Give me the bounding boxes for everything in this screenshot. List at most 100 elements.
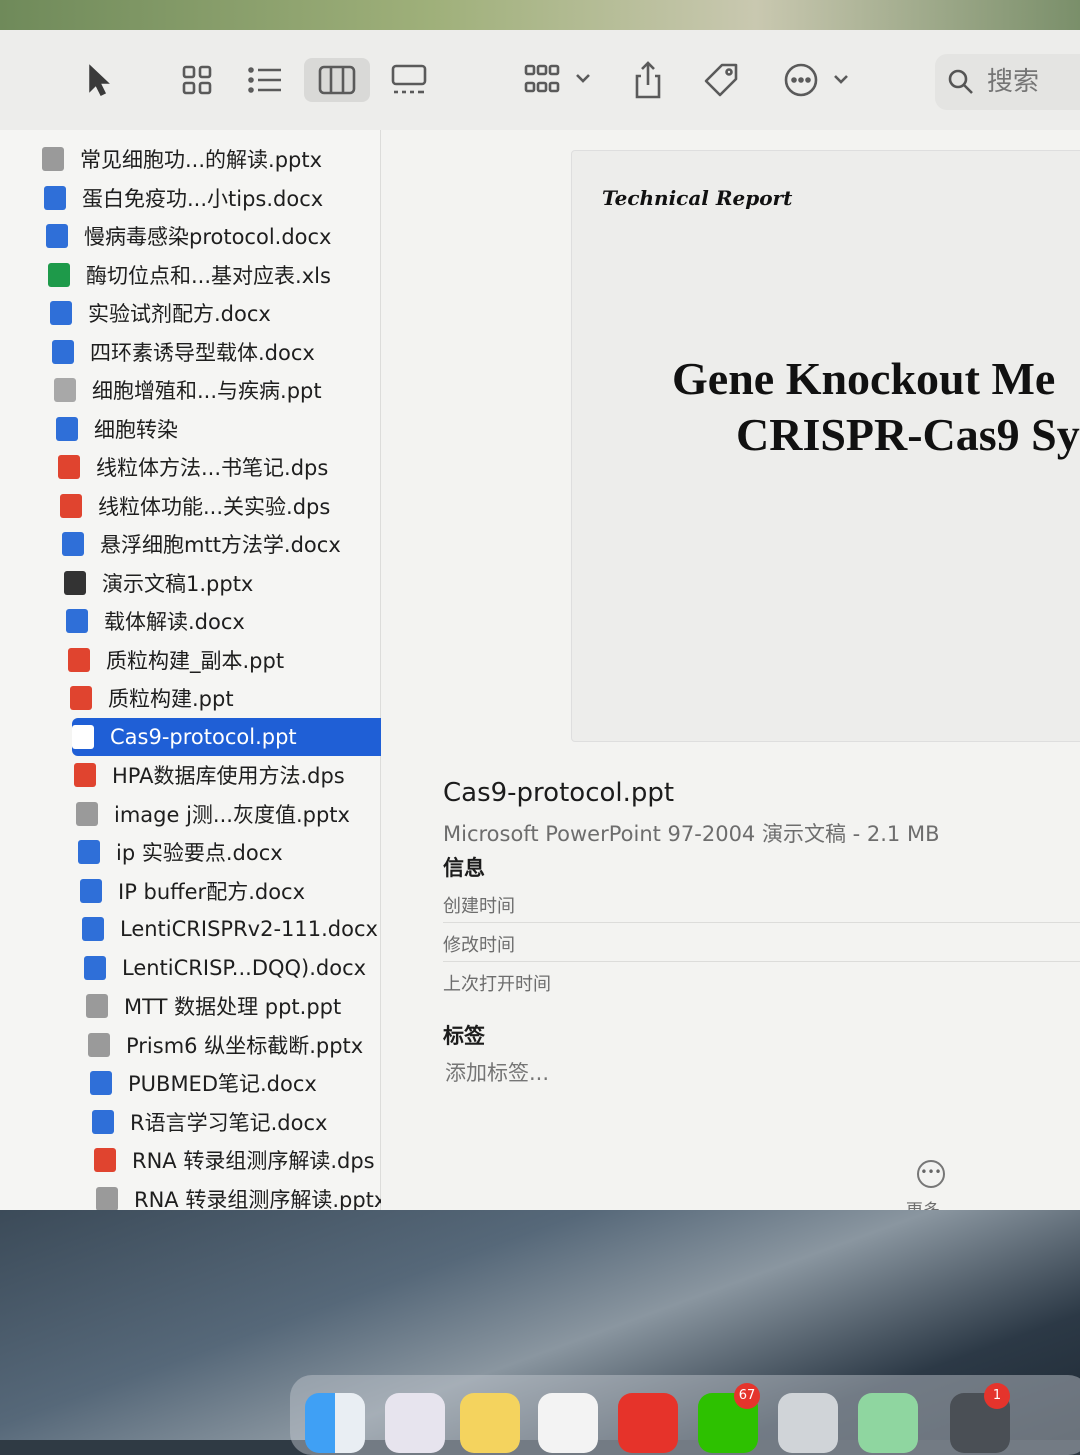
file-row[interactable]: 蛋白免疫功...小tips.docx <box>44 179 374 217</box>
file-type-icon <box>96 1186 118 1210</box>
finder-app-icon[interactable] <box>305 1393 365 1453</box>
file-name: HPA数据库使用方法.dps <box>112 764 345 788</box>
search-input[interactable] <box>985 66 1079 98</box>
slide-title-line2: CRISPR-Cas9 Sy <box>736 409 1080 460</box>
more-button[interactable]: ••• 更多... <box>886 1160 976 1210</box>
app-icon[interactable]: 1 <box>950 1383 1010 1453</box>
file-row[interactable]: 实验试剂配方.docx <box>50 294 380 332</box>
slide-title: Gene Knockout Me CRISPR-Cas9 Sy <box>672 351 1080 463</box>
file-type-icon <box>64 570 86 595</box>
tag-icon[interactable] <box>698 58 744 102</box>
file-type-icon <box>90 1071 112 1095</box>
file-row[interactable]: 酶切位点和...基对应表.xls <box>48 256 378 294</box>
file-row-selected[interactable]: Cas9-protocol.ppt <box>72 717 402 756</box>
file-row[interactable]: ip 实验要点.docx <box>78 833 408 871</box>
app-icon[interactable] <box>858 1393 918 1453</box>
tags-input[interactable] <box>443 1060 747 1086</box>
file-type-icon <box>42 147 64 171</box>
slide-thumbnail[interactable]: Technical Report Gene Knockout Me CRISPR… <box>571 150 1080 742</box>
file-name: 悬浮细胞mtt方法学.docx <box>100 533 341 557</box>
more-actions-icon[interactable] <box>782 58 854 102</box>
file-list: 常见细胞功...的解读.pptx 蛋白免疫功...小tips.docx 慢病毒感染p… <box>0 130 402 1210</box>
group-icon[interactable] <box>522 58 594 102</box>
file-row[interactable]: 悬浮细胞mtt方法学.docx <box>62 525 392 563</box>
gallery-view-icon[interactable] <box>384 58 434 102</box>
file-type-icon <box>88 1032 110 1057</box>
modified-label: 修改时间 <box>443 935 515 956</box>
file-name: LentiCRISP...DQQ).docx <box>122 955 367 980</box>
divider <box>443 922 1080 923</box>
file-row[interactable]: IP buffer配方.docx <box>80 872 410 910</box>
file-row[interactable]: MTT 数据处理 ppt.ppt <box>86 987 416 1025</box>
notes-app-icon[interactable] <box>460 1393 520 1453</box>
file-name: 蛋白免疫功...小tips.docx <box>82 186 324 211</box>
finder-window: 常见细胞功...的解读.pptx 蛋白免疫功...小tips.docx 慢病毒感染p… <box>0 30 1080 1210</box>
preview-filename: Cas9-protocol.ppt <box>443 778 675 808</box>
list-view-icon[interactable] <box>242 58 288 102</box>
file-type-icon <box>70 686 92 710</box>
file-row[interactable]: 演示文稿1.pptx <box>64 564 394 602</box>
ellipsis-icon: ••• <box>917 1160 945 1188</box>
file-row[interactable]: RNA 转录组测序解读.dps <box>94 1141 424 1179</box>
file-name: MTT 数据处理 ppt.ppt <box>124 995 342 1019</box>
file-row[interactable]: 质粒构建.ppt <box>70 679 400 717</box>
file-name: RNA 转录组测序解读.dps <box>132 1149 375 1173</box>
file-type-icon <box>68 647 90 672</box>
dock: 67 1 <box>290 1375 1080 1455</box>
file-row[interactable]: 慢病毒感染protocol.docx <box>46 217 376 255</box>
file-row[interactable]: Prism6 纵坐标截断.pptx <box>88 1026 418 1064</box>
file-type-icon <box>78 840 100 864</box>
file-row[interactable]: PUBMED笔记.docx <box>90 1064 420 1102</box>
tags-heading: 标签 <box>443 1024 485 1048</box>
grid-view-icon[interactable] <box>174 58 220 102</box>
file-type-icon <box>44 185 66 210</box>
file-row[interactable]: 载体解读.docx <box>66 602 396 640</box>
search-field[interactable] <box>935 54 1080 110</box>
file-name: 四环素诱导型载体.docx <box>90 340 315 365</box>
file-row[interactable]: 细胞转染 <box>56 410 386 448</box>
file-type-icon <box>54 378 76 402</box>
file-row[interactable]: R语言学习笔记.docx <box>92 1103 422 1141</box>
file-name: LentiCRISPRv2-111.docx <box>120 917 378 941</box>
freeform-app-icon[interactable] <box>538 1393 598 1453</box>
file-type-icon <box>66 609 88 633</box>
share-icon[interactable] <box>626 58 670 102</box>
launchpad-app-icon[interactable] <box>385 1393 445 1453</box>
file-name: Cas9-protocol.ppt <box>110 724 297 749</box>
preview-file-meta: Microsoft PowerPoint 97-2004 演示文稿 - 2.1 … <box>443 822 940 846</box>
file-name: 载体解读.docx <box>104 610 245 634</box>
wps-app-icon[interactable] <box>618 1393 678 1453</box>
file-name: IP buffer配方.docx <box>118 879 306 904</box>
file-row[interactable]: LentiCRISPRv2-111.docx <box>82 910 412 948</box>
slide-title-line1: Gene Knockout Me <box>672 353 1056 404</box>
file-name: 演示文稿1.pptx <box>102 571 254 596</box>
file-type-icon <box>80 878 102 903</box>
file-type-icon <box>46 224 68 248</box>
file-type-icon <box>48 262 70 287</box>
file-name: 酶切位点和...基对应表.xls <box>86 263 331 288</box>
file-name: 质粒构建.ppt <box>108 687 234 711</box>
wechat-app-icon[interactable]: 67 <box>698 1383 760 1453</box>
file-name: Prism6 纵坐标截断.pptx <box>126 1033 364 1058</box>
file-type-icon <box>86 994 108 1018</box>
file-row[interactable]: 四环素诱导型载体.docx <box>52 333 382 371</box>
file-row[interactable]: 质粒构建_副本.ppt <box>68 641 398 679</box>
file-row[interactable]: RNA 转录组测序解读.pptx <box>96 1180 426 1211</box>
file-row[interactable]: 常见细胞功...的解读.pptx <box>42 140 372 178</box>
file-name: 细胞增殖和...与疾病.ppt <box>92 379 322 403</box>
preview-pane: Technical Report Gene Knockout Me CRISPR… <box>381 130 1080 1210</box>
file-row[interactable]: 线粒体功能...关实验.dps <box>60 487 390 525</box>
file-name: RNA 转录组测序解读.pptx <box>134 1187 387 1211</box>
file-row[interactable]: HPA数据库使用方法.dps <box>74 756 404 794</box>
file-name: 线粒体方法...书笔记.dps <box>96 456 329 480</box>
pointer-icon[interactable] <box>78 58 118 102</box>
file-row[interactable]: 细胞增殖和...与疾病.ppt <box>54 371 384 409</box>
file-type-icon <box>56 416 78 441</box>
search-icon <box>947 68 975 96</box>
column-view-icon[interactable] <box>304 58 370 102</box>
app-icon[interactable] <box>778 1393 838 1453</box>
file-name: R语言学习笔记.docx <box>130 1110 328 1135</box>
file-row[interactable]: LentiCRISP...DQQ).docx <box>84 949 414 987</box>
file-row[interactable]: image j测...灰度值.pptx <box>76 795 406 833</box>
file-row[interactable]: 线粒体方法...书笔记.dps <box>58 448 388 486</box>
